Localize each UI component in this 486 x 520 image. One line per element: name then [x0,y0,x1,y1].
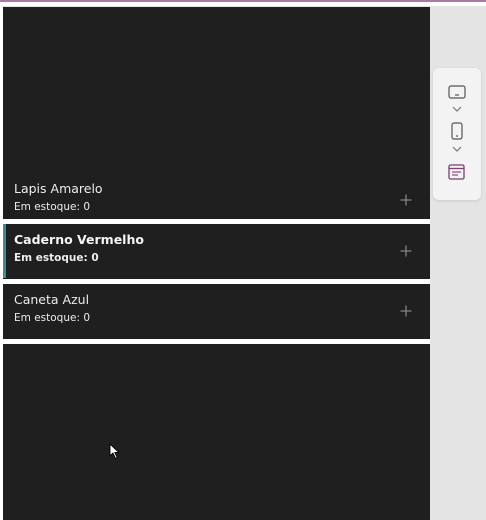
phone-icon[interactable] [450,122,464,140]
item-stock-label: Em estoque: 0 [14,312,91,324]
gallery-item-caderno-vermelho[interactable]: Caderno Vermelho Em estoque: 0 [3,224,430,278]
item-title: Caderno Vermelho [14,232,144,247]
add-icon[interactable] [399,193,413,207]
chevron-down-icon[interactable] [451,145,463,153]
app-canvas: Lapis Amarelo Em estoque: 0 Caderno Verm… [3,7,430,520]
add-icon[interactable] [399,244,413,258]
calendar-form-icon[interactable] [448,164,465,180]
item-separator [3,339,430,344]
item-stock-label: Em estoque: 0 [14,252,99,264]
top-accent-line [0,0,486,2]
mouse-cursor-icon [109,443,120,459]
gallery-item-caneta-azul[interactable]: Caneta Azul Em estoque: 0 [3,284,430,338]
item-title: Lapis Amarelo [14,181,103,196]
item-stock-label: Em estoque: 0 [14,201,91,213]
chevron-down-icon[interactable] [451,105,463,113]
tablet-landscape-icon[interactable] [448,85,466,99]
selection-indicator [3,224,6,278]
side-toolbar [433,68,481,200]
item-title: Caneta Azul [14,292,90,307]
add-icon[interactable] [399,304,413,318]
